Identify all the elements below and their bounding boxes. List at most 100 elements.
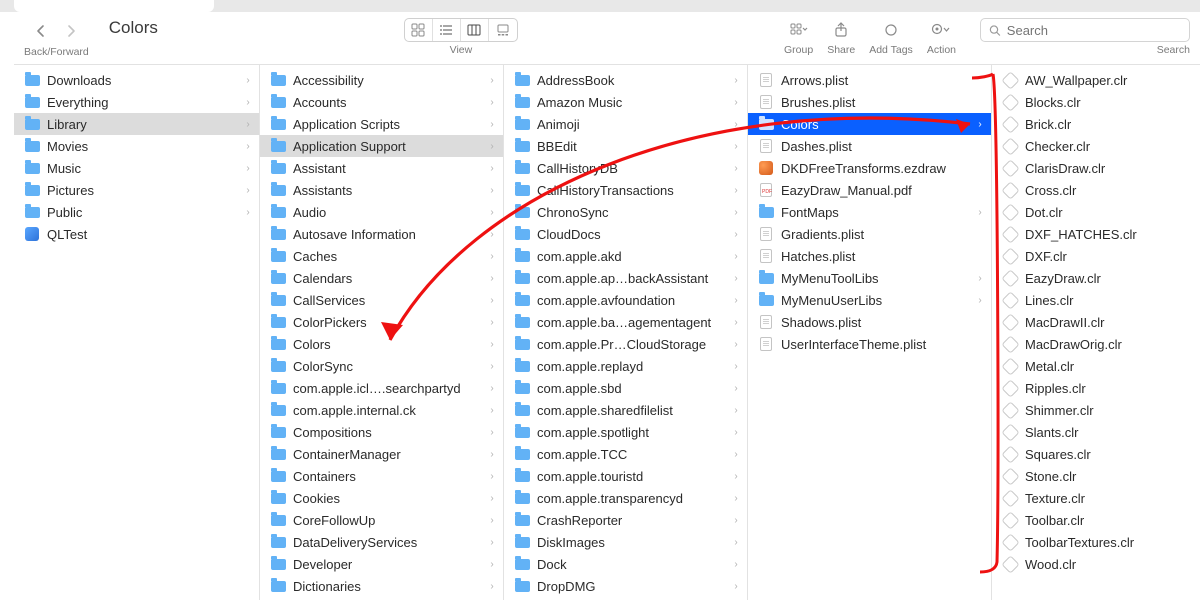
column-4[interactable]: AW_Wallpaper.clrBlocks.clrBrick.clrCheck… xyxy=(992,65,1200,600)
list-item[interactable]: CoreFollowUp› xyxy=(260,509,503,531)
list-item[interactable]: DataDeliveryServices› xyxy=(260,531,503,553)
list-item[interactable]: ChronoSync› xyxy=(504,201,747,223)
view-list-button[interactable] xyxy=(433,19,461,41)
column-3[interactable]: Arrows.plistBrushes.plistColors›Dashes.p… xyxy=(748,65,992,600)
list-item[interactable]: Brick.clr xyxy=(992,113,1200,135)
list-item[interactable]: Stone.clr xyxy=(992,465,1200,487)
list-item[interactable]: MyMenuToolLibs› xyxy=(748,267,991,289)
list-item[interactable]: AddressBook› xyxy=(504,69,747,91)
list-item[interactable]: Accessibility› xyxy=(260,69,503,91)
list-item[interactable]: ColorPickers› xyxy=(260,311,503,333)
list-item[interactable]: CallHistoryDB› xyxy=(504,157,747,179)
list-item[interactable]: Movies› xyxy=(14,135,259,157)
list-item[interactable]: DXF_HATCHES.clr xyxy=(992,223,1200,245)
list-item[interactable]: Amazon Music› xyxy=(504,91,747,113)
search-field[interactable] xyxy=(980,18,1190,42)
list-item[interactable]: Shimmer.clr xyxy=(992,399,1200,421)
list-item[interactable]: Checker.clr xyxy=(992,135,1200,157)
list-item[interactable]: Application Scripts› xyxy=(260,113,503,135)
list-item[interactable]: MyMenuUserLibs› xyxy=(748,289,991,311)
list-item[interactable]: Toolbar.clr xyxy=(992,509,1200,531)
list-item[interactable]: BBEdit› xyxy=(504,135,747,157)
list-item[interactable]: Brushes.plist xyxy=(748,91,991,113)
list-item[interactable]: DXF.clr xyxy=(992,245,1200,267)
list-item[interactable]: CloudDocs› xyxy=(504,223,747,245)
list-item[interactable]: Pictures› xyxy=(14,179,259,201)
list-item[interactable]: Developer› xyxy=(260,553,503,575)
list-item[interactable]: Dashes.plist xyxy=(748,135,991,157)
list-item[interactable]: Metal.clr xyxy=(992,355,1200,377)
list-item[interactable]: Audio› xyxy=(260,201,503,223)
column-1[interactable]: Accessibility›Accounts›Application Scrip… xyxy=(260,65,504,600)
list-item[interactable]: Texture.clr xyxy=(992,487,1200,509)
tags-button[interactable] xyxy=(877,18,905,42)
view-icons-button[interactable] xyxy=(405,19,433,41)
list-item[interactable]: EazyDraw.clr xyxy=(992,267,1200,289)
forward-button[interactable] xyxy=(60,20,82,42)
list-item[interactable]: com.apple.akd› xyxy=(504,245,747,267)
list-item[interactable]: DropDMG› xyxy=(504,575,747,597)
list-item[interactable]: Library› xyxy=(14,113,259,135)
list-item[interactable]: DiskImages› xyxy=(504,531,747,553)
list-item[interactable]: com.apple.replayd› xyxy=(504,355,747,377)
list-item[interactable]: QLTest xyxy=(14,223,259,245)
column-0[interactable]: Downloads›Everything›Library›Movies›Musi… xyxy=(14,65,260,600)
list-item[interactable]: Animoji› xyxy=(504,113,747,135)
list-item[interactable]: Cross.clr xyxy=(992,179,1200,201)
list-item[interactable]: com.apple.Pr…CloudStorage› xyxy=(504,333,747,355)
list-item[interactable]: Dictionaries› xyxy=(260,575,503,597)
list-item[interactable]: Compositions› xyxy=(260,421,503,443)
group-button[interactable] xyxy=(785,18,813,42)
list-item[interactable]: ToolbarTextures.clr xyxy=(992,531,1200,553)
list-item[interactable]: EazyDraw_Manual.pdf xyxy=(748,179,991,201)
list-item[interactable]: DKDFreeTransforms.ezdraw xyxy=(748,157,991,179)
list-item[interactable]: Application Support› xyxy=(260,135,503,157)
list-item[interactable]: Wood.clr xyxy=(992,553,1200,575)
list-item[interactable]: MacDrawII.clr xyxy=(992,311,1200,333)
list-item[interactable]: com.apple.sbd› xyxy=(504,377,747,399)
list-item[interactable]: Public› xyxy=(14,201,259,223)
list-item[interactable]: Lines.clr xyxy=(992,289,1200,311)
list-item[interactable]: Colors› xyxy=(260,333,503,355)
list-item[interactable]: MacDrawOrig.clr xyxy=(992,333,1200,355)
list-item[interactable]: Ripples.clr xyxy=(992,377,1200,399)
list-item[interactable]: ContainerManager› xyxy=(260,443,503,465)
share-button[interactable] xyxy=(827,18,855,42)
list-item[interactable]: com.apple.touristd› xyxy=(504,465,747,487)
view-gallery-button[interactable] xyxy=(489,19,517,41)
list-item[interactable]: com.apple.sharedfilelist› xyxy=(504,399,747,421)
list-item[interactable]: Containers› xyxy=(260,465,503,487)
list-item[interactable]: com.apple.TCC› xyxy=(504,443,747,465)
back-button[interactable] xyxy=(30,20,52,42)
list-item[interactable]: com.apple.avfoundation› xyxy=(504,289,747,311)
list-item[interactable]: FontMaps› xyxy=(748,201,991,223)
list-item[interactable]: Calendars› xyxy=(260,267,503,289)
list-item[interactable]: CallServices› xyxy=(260,289,503,311)
list-item[interactable]: Music› xyxy=(14,157,259,179)
list-item[interactable]: Squares.clr xyxy=(992,443,1200,465)
column-2[interactable]: AddressBook›Amazon Music›Animoji›BBEdit›… xyxy=(504,65,748,600)
list-item[interactable]: com.apple.icl….searchpartyd› xyxy=(260,377,503,399)
list-item[interactable]: com.apple.transparencyd› xyxy=(504,487,747,509)
list-item[interactable]: com.apple.ba…agementagent› xyxy=(504,311,747,333)
list-item[interactable]: Slants.clr xyxy=(992,421,1200,443)
list-item[interactable]: Arrows.plist xyxy=(748,69,991,91)
list-item[interactable]: AW_Wallpaper.clr xyxy=(992,69,1200,91)
list-item[interactable]: Blocks.clr xyxy=(992,91,1200,113)
list-item[interactable]: UserInterfaceTheme.plist xyxy=(748,333,991,355)
list-item[interactable]: Dot.clr xyxy=(992,201,1200,223)
list-item[interactable]: Autosave Information› xyxy=(260,223,503,245)
list-item[interactable]: Dock› xyxy=(504,553,747,575)
list-item[interactable]: com.apple.internal.ck› xyxy=(260,399,503,421)
list-item[interactable]: Assistants› xyxy=(260,179,503,201)
list-item[interactable]: Assistant› xyxy=(260,157,503,179)
list-item[interactable]: Hatches.plist xyxy=(748,245,991,267)
list-item[interactable]: Cookies› xyxy=(260,487,503,509)
search-input[interactable] xyxy=(1007,23,1181,38)
view-columns-button[interactable] xyxy=(461,19,489,41)
list-item[interactable]: com.apple.spotlight› xyxy=(504,421,747,443)
list-item[interactable]: Everything› xyxy=(14,91,259,113)
list-item[interactable]: com.apple.ap…backAssistant› xyxy=(504,267,747,289)
list-item[interactable]: Shadows.plist xyxy=(748,311,991,333)
action-button[interactable] xyxy=(927,18,955,42)
